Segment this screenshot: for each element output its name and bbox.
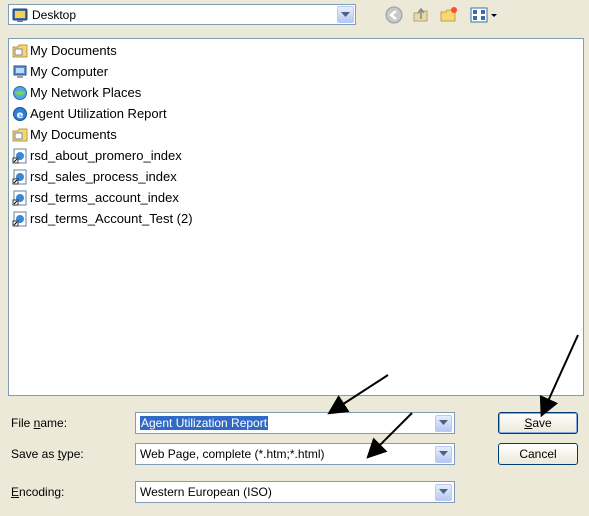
list-item[interactable]: My Network Places	[12, 83, 141, 102]
list-item[interactable]: rsd_terms_account_index	[12, 188, 179, 207]
label-text: ype:	[61, 447, 84, 461]
chevron-down-icon[interactable]	[435, 445, 452, 463]
file-name: rsd_terms_Account_Test (2)	[30, 211, 193, 226]
button-label: Cancel	[519, 447, 557, 461]
file-name-input[interactable]: Agent Utilization Report	[135, 412, 455, 434]
file-name: My Documents	[30, 43, 117, 58]
file-name: rsd_sales_process_index	[30, 169, 177, 184]
look-in-dropdown[interactable]: Desktop	[8, 4, 356, 25]
file-name-value[interactable]: Agent Utilization Report	[136, 416, 435, 430]
save-as-type-value: Web Page, complete (*.htm;*.html)	[140, 447, 325, 461]
web-shortcut-icon	[12, 190, 27, 205]
file-name: My Computer	[30, 64, 109, 79]
file-name: Agent Utilization Report	[30, 106, 167, 121]
list-item[interactable]: My Computer	[12, 62, 108, 81]
save-as-type-select[interactable]: Web Page, complete (*.htm;*.html)	[135, 443, 455, 465]
network-places-icon	[13, 85, 27, 100]
save-as-type-label: Save as type:	[11, 447, 84, 461]
web-shortcut-icon	[12, 211, 27, 226]
save-button[interactable]: Save	[498, 412, 578, 434]
my-computer-icon	[13, 65, 27, 78]
chevron-down-icon[interactable]	[435, 483, 452, 501]
encoding-select[interactable]: Western European (ISO)	[135, 481, 455, 503]
list-item[interactable]: My Documents	[12, 125, 117, 144]
list-item[interactable]: rsd_sales_process_index	[12, 167, 177, 186]
list-item[interactable]: rsd_terms_Account_Test (2)	[12, 209, 193, 228]
views-menu-icon[interactable]	[470, 6, 500, 24]
file-name: My Documents	[30, 127, 117, 142]
web-shortcut-icon	[12, 169, 27, 184]
cancel-button[interactable]: Cancel	[498, 443, 578, 465]
encoding-label: Encoding:	[11, 485, 64, 499]
my-documents-icon	[12, 128, 28, 141]
file-name-label: File name:	[11, 416, 67, 430]
web-shortcut-icon	[12, 148, 27, 163]
label-text: ncoding:	[19, 485, 65, 499]
label-text: Save as	[11, 447, 58, 461]
file-list[interactable]: My Documents My Computer My Network Plac…	[8, 38, 584, 396]
look-in-value: Desktop	[32, 7, 77, 22]
list-item[interactable]: My Documents	[12, 41, 117, 60]
up-folder-icon[interactable]	[412, 6, 430, 24]
file-name: My Network Places	[30, 85, 142, 100]
label-text: File	[11, 416, 34, 430]
desktop-icon	[12, 8, 28, 22]
label-mnemonic: E	[11, 485, 20, 499]
new-folder-icon[interactable]	[440, 6, 458, 24]
my-documents-icon	[12, 44, 28, 57]
file-name: rsd_about_promero_index	[30, 148, 182, 163]
ie-page-icon: e	[13, 106, 27, 121]
svg-text:e: e	[17, 110, 24, 121]
selected-text: Agent Utilization Report	[140, 416, 269, 430]
button-mnemonic: S	[524, 416, 533, 430]
back-icon[interactable]	[385, 6, 403, 24]
button-label: ave	[532, 416, 552, 430]
chevron-down-icon[interactable]	[337, 6, 354, 23]
encoding-value: Western European (ISO)	[140, 485, 272, 499]
label-text: ame:	[40, 416, 68, 430]
file-name: rsd_terms_account_index	[30, 190, 179, 205]
chevron-down-icon[interactable]	[435, 414, 452, 432]
list-item[interactable]: e Agent Utilization Report	[12, 104, 167, 123]
list-item[interactable]: rsd_about_promero_index	[12, 146, 182, 165]
